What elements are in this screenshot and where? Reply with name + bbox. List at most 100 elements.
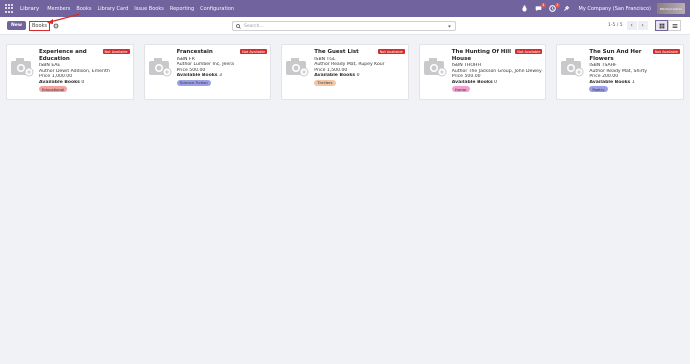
available-value: 0 (81, 79, 85, 85)
availability-ribbon: Not Available (652, 49, 680, 54)
genre-tag: Poetry (589, 86, 608, 93)
book-card[interactable]: The Guest List ISBN TGL Author Ready Mat… (281, 44, 409, 100)
menu-members[interactable]: Members (47, 6, 70, 12)
isbn-value: TGL (326, 56, 336, 62)
author-label: Author (176, 62, 193, 68)
genre-tag: Educational (39, 86, 68, 93)
menu-issue-books[interactable]: Issue Books (134, 6, 164, 12)
bug-icon[interactable] (520, 4, 529, 13)
isbn-value: THOHH (464, 63, 481, 68)
list-view-button[interactable] (668, 20, 681, 31)
price-label: Price (589, 74, 601, 80)
author-label: Author (314, 62, 330, 68)
availability-ribbon: Not Available (515, 49, 543, 54)
activity-badge: 3 (555, 3, 560, 8)
author-value: Dewit Addison, Emerith (55, 68, 110, 74)
camera-placeholder-icon (286, 58, 309, 77)
price-value: 500.00 (189, 67, 206, 73)
available-value: 0 (494, 79, 498, 85)
pager-value[interactable]: 1-5 / 5 (608, 23, 623, 28)
activity-icon[interactable]: 3 (548, 3, 560, 13)
settings-tool-icon[interactable] (562, 4, 571, 13)
top-navbar: Library Members Books Library Card Issue… (0, 0, 690, 17)
author-label: Author (451, 68, 468, 74)
genre-tag: Horror (451, 86, 470, 93)
availability-ribbon: Not Available (377, 49, 405, 54)
book-card[interactable]: Experience and Education ISBN EAE Author… (6, 44, 134, 100)
author-value: Ready Mat, Shirty (606, 68, 648, 74)
author-value: The Jackson Group, John Dewey (468, 68, 542, 74)
chat-badge: 4 (541, 3, 546, 8)
price-value: 500.00 (464, 74, 481, 80)
author-value: Ready Mat, Rupey Kour (331, 62, 385, 68)
camera-placeholder-icon (148, 58, 172, 77)
isbn-label: ISBN (314, 56, 326, 62)
pager-next-button[interactable]: › (637, 21, 648, 30)
book-title: The Hunting Of Hill House (451, 49, 512, 62)
isbn-label: ISBN (39, 63, 50, 68)
new-button[interactable]: New (7, 21, 26, 30)
price-label: Price (314, 67, 326, 73)
app-name[interactable]: Library (20, 6, 39, 12)
author-label: Author (589, 68, 605, 74)
caret-down-icon[interactable] (447, 24, 452, 29)
price-label: Price (39, 74, 51, 80)
price-value: 200.00 (602, 74, 619, 80)
available-value: 0 (356, 73, 360, 79)
kanban-view-button[interactable] (655, 20, 668, 31)
user-avatar[interactable]: Mitchell Admin (657, 3, 685, 14)
chevron-left-icon: ‹ (630, 22, 633, 29)
genre-tag: Science Fiction (176, 79, 211, 86)
isbn-label: ISBN (176, 56, 188, 62)
annotation-arrow-icon (47, 13, 81, 24)
camera-placeholder-icon (423, 58, 447, 77)
isbn-label: ISBN (451, 63, 463, 68)
available-label: Available Books (314, 73, 356, 79)
availability-ribbon: Not Available (240, 49, 268, 54)
genre-tag: Thrillers (314, 79, 336, 86)
kanban-icon (659, 23, 664, 28)
list-icon (672, 23, 677, 28)
menu-configuration[interactable]: Configuration (200, 6, 234, 12)
pager: 1-5 / 5 ‹ › (608, 21, 649, 30)
company-switcher[interactable]: My Company (San Francisco) (579, 6, 652, 12)
available-label: Available Books (176, 73, 218, 79)
book-title: The Sun And Her Flowers (589, 49, 642, 62)
available-value: 1 (631, 79, 635, 85)
search-input[interactable]: Search... (244, 24, 447, 29)
isbn-value: TSAHF (601, 63, 617, 68)
available-label: Available Books (589, 79, 631, 85)
book-title: Francestain (176, 49, 213, 55)
isbn-value: FR (188, 56, 195, 62)
isbn-value: EAE (51, 63, 61, 68)
book-card[interactable]: The Sun And Her Flowers ISBN TSAHF Autho… (556, 44, 684, 100)
available-label: Available Books (451, 79, 493, 85)
book-card[interactable]: Francestain ISBN FR Author Lumber Inc, J… (143, 44, 272, 100)
available-label: Available Books (39, 79, 80, 85)
price-value: 1,000.00 (51, 74, 73, 80)
menu-library-card[interactable]: Library Card (97, 6, 128, 12)
book-title: Experience and Education (39, 49, 87, 62)
menu-books[interactable]: Books (76, 6, 91, 12)
search-icon (236, 23, 241, 29)
price-label: Price (176, 67, 188, 73)
chat-icon[interactable]: 4 (534, 3, 546, 13)
app-menu-icon[interactable] (5, 4, 14, 13)
camera-placeholder-icon (561, 58, 584, 77)
author-label: Author (39, 68, 55, 74)
control-panel: New Books Search... 1-5 / 5 ‹ › (0, 17, 690, 35)
availability-ribbon: Not Available (102, 49, 130, 54)
camera-placeholder-icon (11, 58, 34, 77)
kanban-grid: Experience and Education ISBN EAE Author… (0, 35, 690, 109)
chevron-right-icon: › (641, 22, 644, 29)
author-value: Lumber Inc, Jeera (193, 62, 234, 68)
pager-previous-button[interactable]: ‹ (626, 21, 637, 30)
book-card[interactable]: The Hunting Of Hill House ISBN THOHH Aut… (418, 44, 547, 100)
view-switcher (655, 20, 681, 31)
book-title: The Guest List (314, 49, 359, 55)
menu-reporting[interactable]: Reporting (170, 6, 194, 12)
isbn-label: ISBN (589, 63, 601, 68)
available-value: 3 (218, 73, 222, 79)
search-bar[interactable]: Search... (232, 21, 456, 31)
price-value: 1,500.00 (326, 67, 348, 73)
